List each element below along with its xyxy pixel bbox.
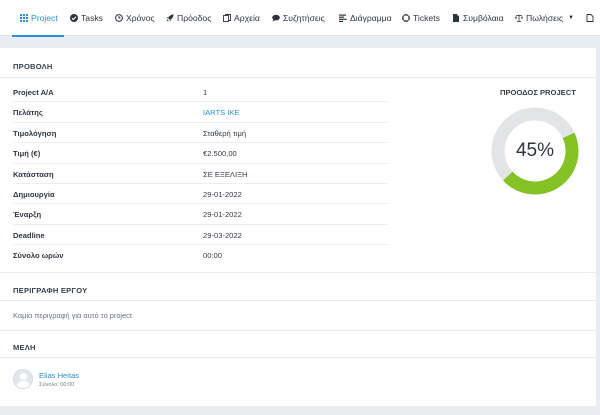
row-value: 00:00 [203, 251, 223, 261]
row-value: €2.500,00 [203, 149, 237, 159]
tab-label: Tasks [81, 13, 103, 23]
balance-scale-icon [515, 14, 523, 22]
row-value: 29-01-2022 [203, 190, 242, 199]
row-label: Έναρξη [13, 210, 42, 220]
row-value: 29-03-2022 [203, 230, 242, 240]
tab-label: Συζητήσεις [283, 13, 325, 23]
tab-label: Διάγραμμα [350, 13, 392, 23]
tab-tasks[interactable]: Tasks [70, 0, 103, 36]
rocket-icon [166, 14, 174, 22]
row-value: Σταθερή τιμή [203, 128, 247, 138]
divider [0, 330, 596, 331]
tab-sales[interactable]: Πωλήσεις ▼ [515, 0, 574, 36]
check-circle-icon [70, 14, 78, 22]
tab-files[interactable]: Αρχεία [223, 0, 260, 36]
tab-progress[interactable]: Πρόοδος [166, 0, 211, 36]
member-item: Elias Heitas Σύνολο: 00:00 [13, 369, 79, 389]
row-value: 29-01-2022 [203, 210, 242, 220]
overview-row-client: Πελάτης IARTS IKE [13, 102, 388, 123]
row-label: Κατάσταση [13, 169, 54, 179]
overview-row-start: Έναρξη 29-01-2022 [13, 204, 388, 225]
client-link[interactable]: IARTS IKE [203, 108, 240, 117]
project-tabs: Project Tasks Χρόνος Πρόοδος Αρχεία Συζη… [0, 0, 600, 37]
tab-label: Πρόοδος [177, 13, 212, 23]
overview-row-deadline: Deadline 29-03-2022 [13, 225, 388, 246]
divider [0, 272, 596, 273]
tab-time[interactable]: Χρόνος [115, 0, 155, 36]
avatar[interactable] [13, 369, 33, 389]
file-icon [586, 14, 594, 22]
grid-icon [20, 14, 28, 22]
document-icon [453, 14, 459, 22]
tab-tickets[interactable]: Tickets [402, 0, 440, 36]
overview-row-total-hours: Σύνολο ωρών 00:00 [13, 245, 388, 265]
overview-row-billing: Τιμολόγηση Σταθερή τιμή [13, 123, 388, 144]
divider [0, 77, 596, 78]
tab-contracts[interactable]: Συμβόλαια [452, 0, 504, 36]
divider [0, 357, 596, 358]
overview-title: ΠΡΟΒΟΛΗ [13, 62, 53, 71]
life-ring-icon [402, 14, 410, 22]
tab-discussions[interactable]: Συζητήσεις [272, 0, 325, 36]
description-text: Καμία περιγραφή για αυτό το project [13, 311, 132, 320]
clock-icon [115, 14, 123, 22]
row-label: Deadline [13, 230, 45, 240]
row-label: Τιμή (€) [13, 149, 41, 159]
progress-percent: 45% [515, 140, 555, 161]
tab-label: Tickets [413, 13, 440, 23]
chevron-down-icon: ▼ [568, 15, 574, 21]
tab-label: Πωλήσεις [526, 13, 564, 23]
member-name-link[interactable]: Elias Heitas [39, 371, 79, 380]
row-value: 1 [203, 88, 208, 97]
files-icon [223, 14, 231, 22]
members-title: ΜΕΛΗ [13, 343, 36, 352]
row-label: Σύνολο ωρών [13, 251, 64, 261]
row-label: Project A/A [13, 88, 54, 97]
progress-title: ΠΡΟΟΔΟΣ PROJECT [500, 88, 576, 97]
row-label: Πελάτης [13, 108, 43, 118]
row-value: ΣΕ ΕΞΕΛΙΞΗ [203, 169, 248, 179]
divider [0, 300, 596, 301]
tab-label: Χρόνος [126, 13, 155, 23]
tab-label: Συμβόλαια [463, 13, 504, 23]
overview-row-status: Κατάσταση ΣΕ ΕΞΕΛΙΞΗ [13, 164, 388, 184]
tab-project[interactable]: Project [12, 0, 64, 37]
tab-label: Αρχεία [234, 13, 260, 23]
overview-row-id: Project A/A 1 [13, 82, 388, 103]
tab-more[interactable] [586, 0, 594, 36]
overview-row-price: Τιμή (€) €2.500,00 [13, 143, 388, 164]
description-title: ΠΕΡΙΓΡΑΦΗ ΕΡΓΟΥ [13, 286, 88, 295]
tab-gantt[interactable]: Διάγραμμα [339, 0, 392, 36]
row-label: Τιμολόγηση [13, 128, 57, 138]
tab-label: Project [31, 13, 58, 23]
comments-icon [272, 14, 280, 22]
row-label: Δημιουργία [13, 190, 55, 199]
overview-row-created: Δημιουργία 29-01-2022 [13, 184, 388, 205]
gantt-icon [339, 14, 347, 22]
member-total-hours: Σύνολο: 00:00 [39, 381, 75, 388]
